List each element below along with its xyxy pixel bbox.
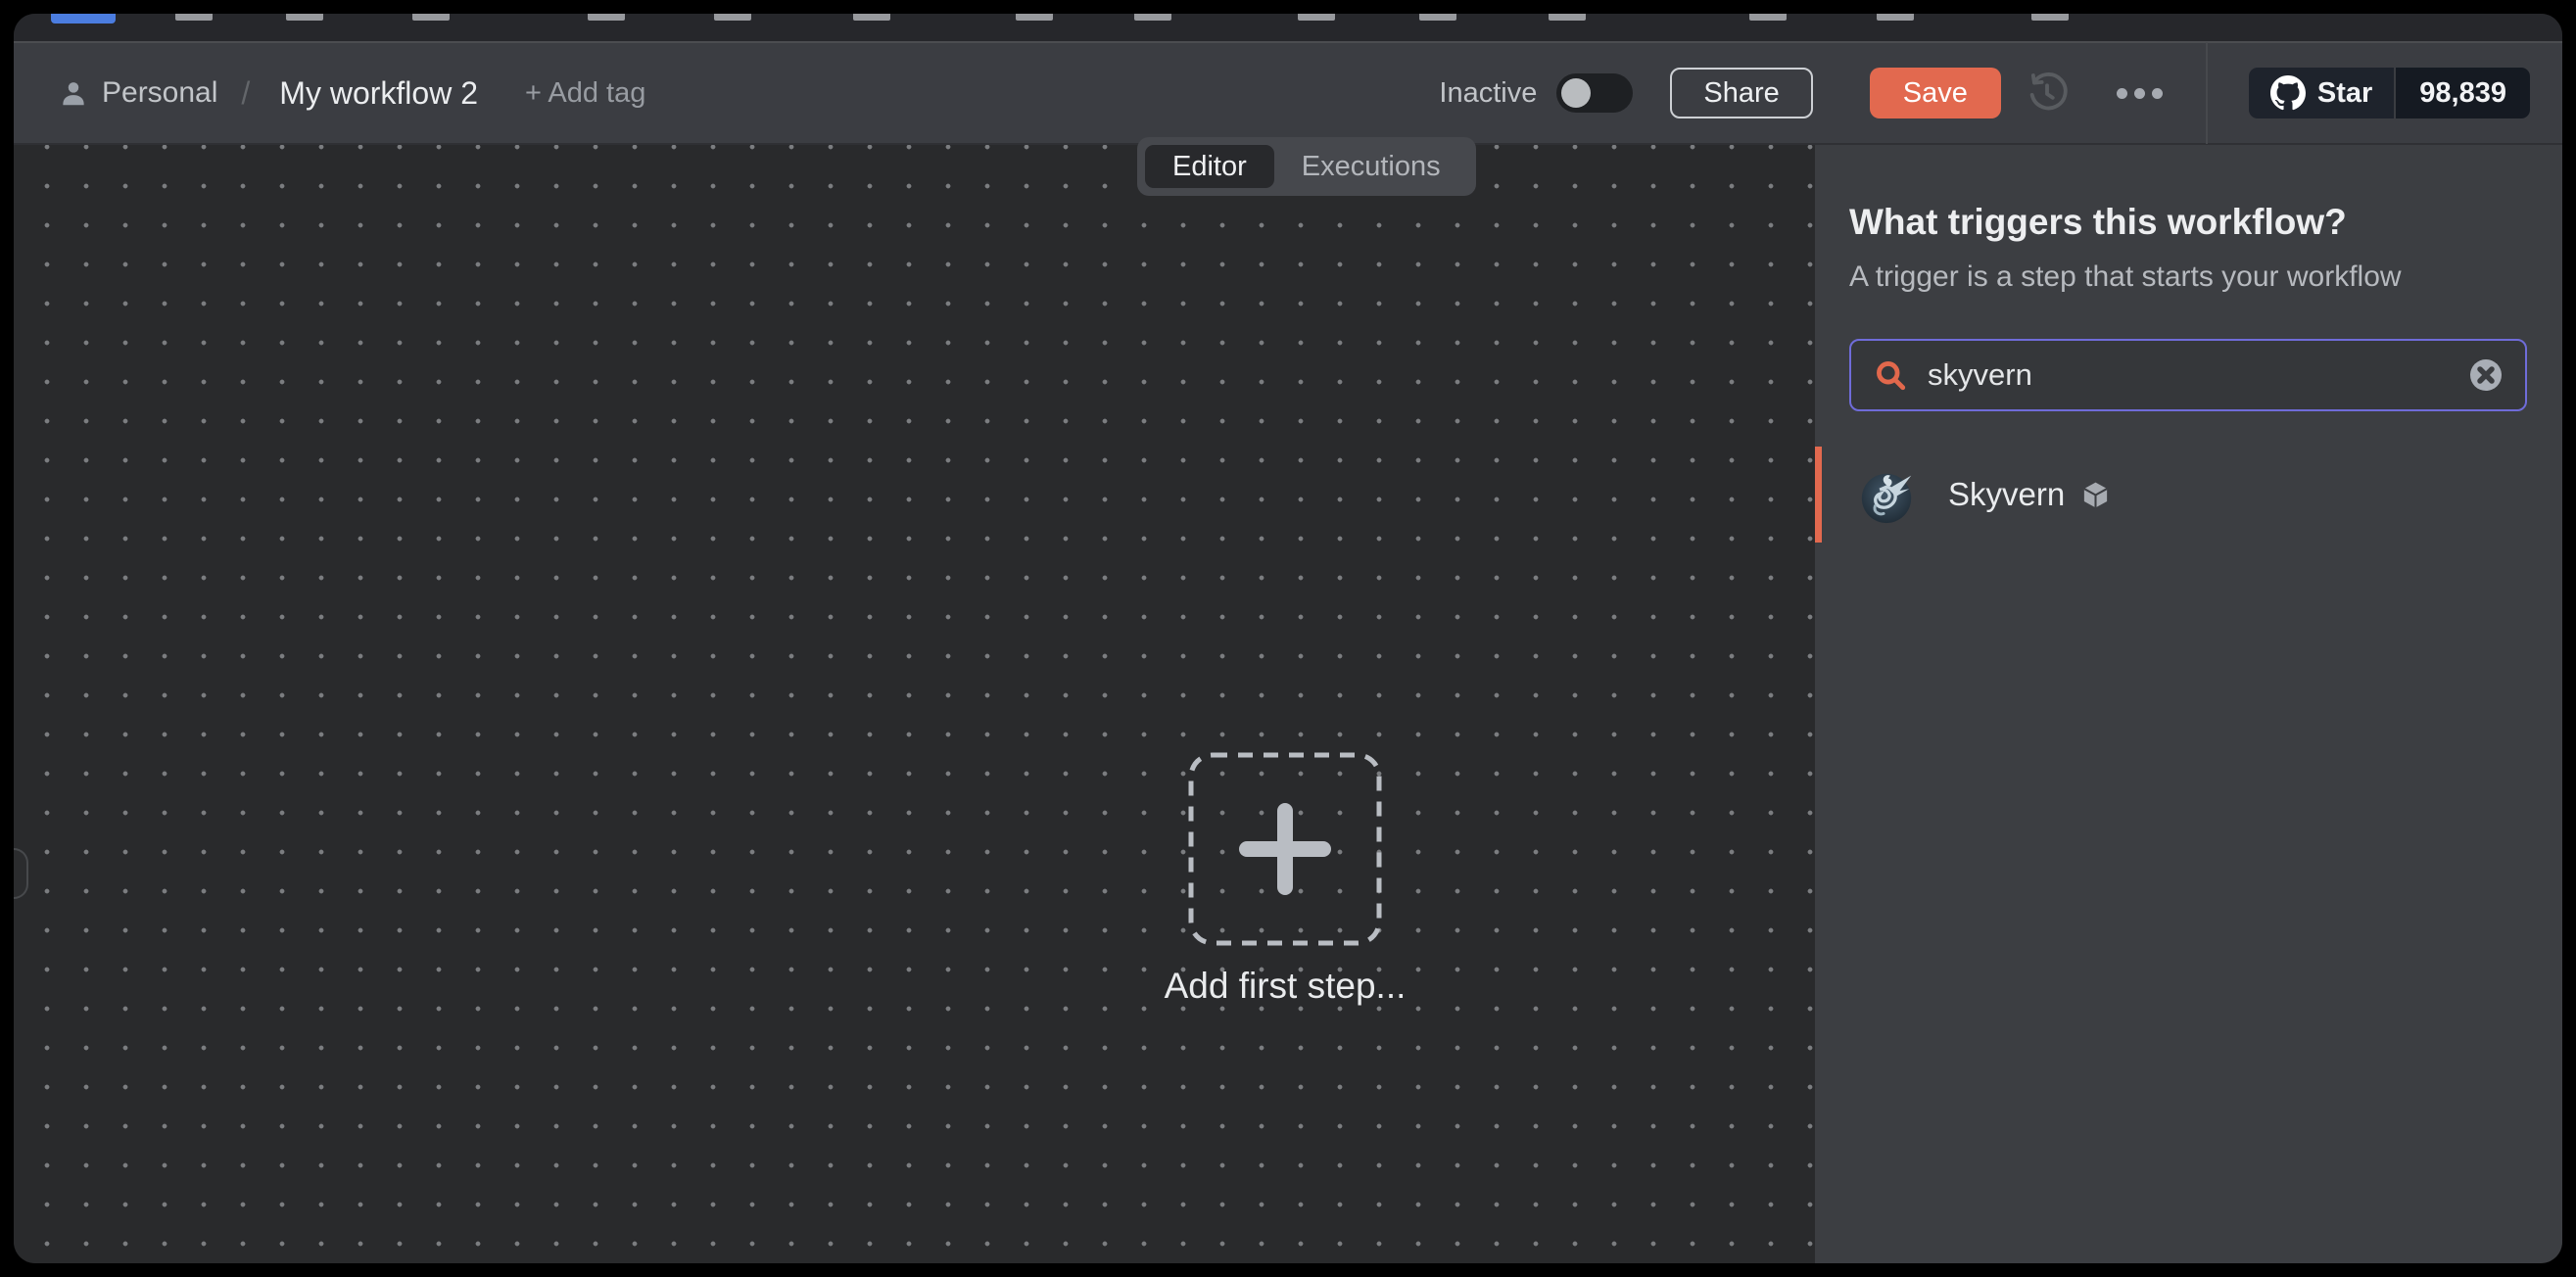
add-first-step-button[interactable] (1188, 752, 1382, 946)
add-tag-button[interactable]: + Add tag (525, 77, 645, 110)
panel-subtitle: A trigger is a step that starts your wor… (1849, 260, 2527, 294)
browser-tab-fragment (1419, 14, 1456, 21)
add-first-step-label[interactable]: Add first step... (1040, 966, 1530, 1007)
tab-executions[interactable]: Executions (1274, 145, 1468, 188)
trigger-panel: What triggers this workflow? A trigger i… (1815, 145, 2562, 1263)
browser-tab-fragment (1134, 14, 1171, 21)
browser-tab-fragment (412, 14, 450, 21)
github-star-count[interactable]: 98,839 (2394, 68, 2530, 118)
search-result-skyvern[interactable]: Skyvern (1815, 447, 2562, 543)
browser-active-tab-fragment (51, 14, 116, 24)
browser-tab-fragment (286, 14, 323, 21)
community-package-icon (2080, 480, 2111, 510)
panel-title: What triggers this workflow? (1849, 200, 2527, 245)
workspace-label[interactable]: Personal (102, 76, 217, 110)
workflow-history-icon[interactable] (2025, 71, 2070, 116)
browser-tab-fragment (1749, 14, 1787, 21)
workflow-canvas[interactable]: Add first step... (14, 145, 1815, 1263)
browser-tab-fragment (1016, 14, 1053, 21)
skyvern-logo (1856, 464, 1917, 525)
sidebar-expand-handle[interactable] (14, 848, 28, 899)
browser-tab-fragment (2031, 14, 2069, 21)
result-name: Skyvern (1948, 476, 2065, 513)
browser-tab-fragment (853, 14, 890, 21)
clear-search-icon[interactable] (2468, 357, 2504, 393)
share-button[interactable]: Share (1670, 68, 1812, 118)
view-tabs: Editor Executions (1137, 137, 1476, 196)
workflow-status-label: Inactive (1439, 77, 1537, 110)
workflow-header: Personal / My workflow 2 + Add tag Inact… (14, 43, 2562, 145)
main-area: Add first step... Editor Executions What… (14, 145, 2562, 1263)
save-button[interactable]: Save (1870, 68, 2001, 118)
plus-icon (1247, 811, 1323, 887)
breadcrumb-separator: / (241, 75, 250, 112)
result-hover-indicator (1815, 447, 1822, 543)
browser-tab-fragment (714, 14, 751, 21)
github-icon (2270, 75, 2306, 111)
github-star-label: Star (2317, 77, 2372, 110)
github-star-section[interactable]: Star (2249, 68, 2394, 118)
user-icon (59, 78, 88, 108)
search-icon (1873, 357, 1908, 393)
active-toggle[interactable] (1556, 73, 1633, 113)
browser-tab-fragment (1549, 14, 1586, 21)
workflow-name[interactable]: My workflow 2 (279, 75, 478, 112)
browser-tab-fragment (1877, 14, 1914, 21)
node-search-box (1849, 339, 2527, 411)
header-actions: Inactive Share Save (1439, 42, 2530, 144)
browser-tab-strip (14, 14, 2562, 43)
workspace-crumb[interactable]: Personal (59, 76, 217, 110)
tab-editor[interactable]: Editor (1145, 145, 1274, 188)
screenshot-stage: Personal / My workflow 2 + Add tag Inact… (0, 0, 2576, 1277)
more-options-icon[interactable] (2117, 88, 2163, 99)
header-divider (2206, 42, 2208, 144)
app-window: Personal / My workflow 2 + Add tag Inact… (14, 14, 2562, 1263)
github-star-button[interactable]: Star 98,839 (2249, 68, 2530, 118)
breadcrumb: Personal / My workflow 2 + Add tag (59, 75, 645, 112)
search-input[interactable] (1928, 357, 2449, 393)
browser-tab-fragment (1298, 14, 1335, 21)
toggle-knob (1561, 78, 1591, 108)
browser-tab-fragment (588, 14, 625, 21)
browser-tab-fragment (175, 14, 213, 21)
